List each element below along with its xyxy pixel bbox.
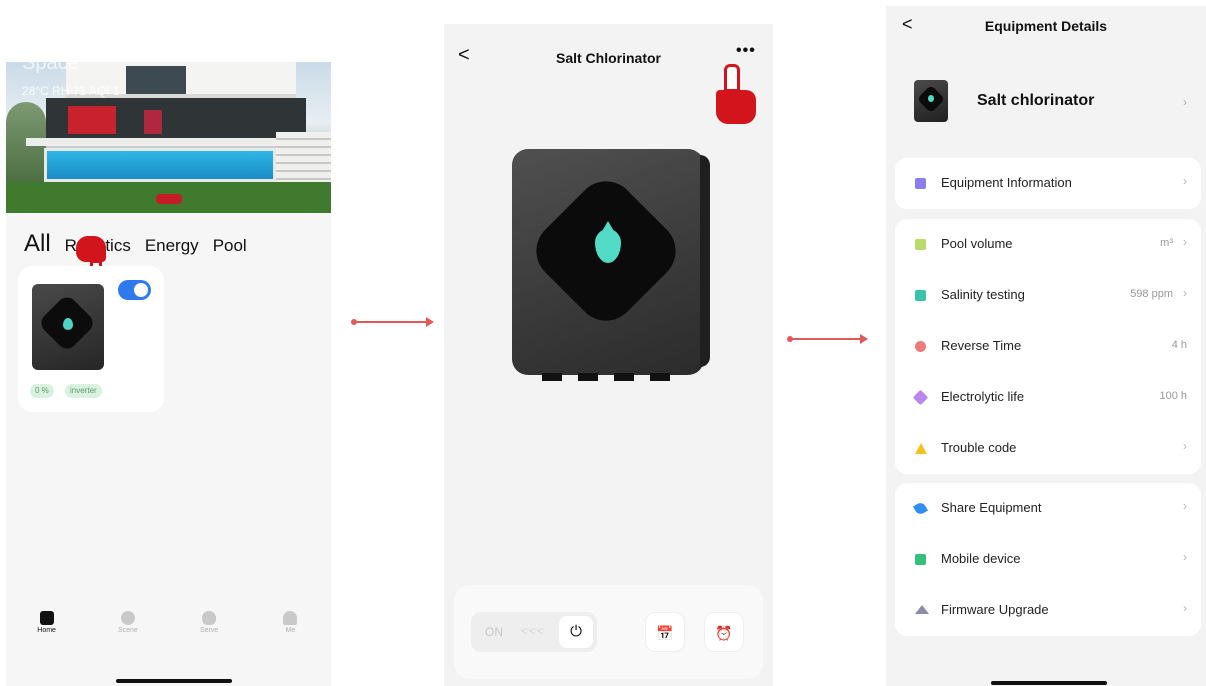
device-actions-group: Share Equipment › Mobile device › Firmwa… (895, 483, 1201, 636)
equipment-details-screen: < Equipment Details Salt chlorinator › E… (886, 6, 1206, 686)
alarm-button[interactable]: ⏰ (704, 612, 744, 652)
pool-water (44, 148, 276, 182)
diamond-icon (912, 389, 929, 406)
tap-hand-icon (716, 64, 762, 126)
row-electrolytic-life[interactable]: Electrolytic life 100 h (895, 372, 1201, 423)
mode-badge: inverter (65, 384, 102, 398)
chevron-right-icon: › (1183, 439, 1187, 453)
row-pool-volume[interactable]: Pool volume m³ › (895, 219, 1201, 270)
upgrade-icon (915, 605, 929, 614)
chevron-right-icon: › (1183, 286, 1187, 300)
row-trouble-code[interactable]: Trouble code › (895, 423, 1201, 474)
lawn-robot (156, 194, 182, 204)
person-icon (283, 611, 298, 625)
alarm-clock-icon: ⏰ (715, 625, 733, 641)
device-control-screen: < Salt Chlorinator ••• ON <<< ⏻ 📅 ⏰ (444, 24, 773, 686)
settings-group: Pool volume m³ › Salinity testing 598 pp… (895, 219, 1201, 474)
row-firmware-upgrade[interactable]: Firmware Upgrade › (895, 585, 1201, 636)
device-card[interactable]: 0 % inverter (18, 266, 164, 412)
chevron-right-icon[interactable]: › (1183, 95, 1187, 109)
water-drop-icon (928, 95, 934, 102)
row-label: Pool volume (941, 236, 1013, 251)
home-indicator (116, 679, 232, 683)
device-thumbnail (914, 80, 948, 122)
power-slider[interactable]: ON <<< ⏻ (471, 612, 597, 652)
flow-arrow-1 (351, 317, 434, 327)
tabbar-home[interactable]: Home (17, 607, 77, 647)
tabbar-me-label: Me (285, 627, 296, 634)
chevron-right-icon: › (1183, 550, 1187, 564)
more-options-button[interactable]: ••• (736, 42, 756, 60)
house-window (126, 66, 186, 94)
router-icon (915, 554, 926, 565)
water-drop-icon (63, 318, 73, 330)
tabbar-serve-label: Serve (199, 627, 219, 634)
info-group: Equipment Information › (895, 158, 1201, 209)
slide-chevrons: <<< (521, 624, 546, 638)
row-label: Reverse Time (941, 338, 1022, 353)
row-label: Electrolytic life (941, 389, 1025, 404)
warning-icon (915, 443, 927, 454)
heart-icon (202, 611, 217, 625)
salt-chlorinator-thumbnail (32, 284, 104, 370)
row-value: 598 ppm (1130, 288, 1173, 300)
volume-icon (915, 239, 926, 250)
schedule-button[interactable]: 📅 (645, 612, 685, 652)
row-label: Mobile device (941, 551, 1021, 566)
tab-energy[interactable]: Energy (145, 236, 199, 256)
row-salinity-testing[interactable]: Salinity testing 598 ppm › (895, 270, 1201, 321)
flow-arrow-2 (787, 334, 868, 344)
scene-icon (120, 611, 135, 625)
row-share-equipment[interactable]: Share Equipment › (895, 483, 1201, 534)
chevron-right-icon: › (1183, 601, 1187, 615)
tabbar-me[interactable]: Me (260, 607, 320, 647)
row-label: Salinity testing (941, 287, 1025, 302)
info-icon (915, 178, 926, 189)
tabbar-serve[interactable]: Serve (179, 607, 239, 647)
row-label: Trouble code (941, 440, 1017, 455)
flask-icon (915, 290, 926, 301)
send-icon (912, 500, 929, 517)
schedule-icon: 📅 (656, 625, 674, 641)
row-reverse-time[interactable]: Reverse Time 4 h (895, 321, 1201, 372)
row-value: 4 h (1171, 339, 1187, 351)
tab-all[interactable]: All (24, 230, 51, 258)
page-title: Equipment Details (984, 18, 1108, 34)
row-label: Equipment Information (941, 175, 1072, 190)
row-equipment-information[interactable]: Equipment Information › (895, 158, 1201, 209)
clock-icon (915, 341, 926, 352)
space-label[interactable]: Space (22, 62, 79, 75)
category-tabs: All Robotics Energy Pool (24, 230, 247, 258)
tabbar-scene-label: Scene (117, 627, 138, 634)
row-mobile-device[interactable]: Mobile device › (895, 534, 1201, 585)
hero-image: Space 28°C RH 71 AQI 1 (6, 62, 331, 213)
power-icon[interactable]: ⏻ (559, 616, 593, 648)
red-equipment (68, 106, 116, 134)
red-equipment-small (144, 110, 162, 134)
on-label: ON (485, 625, 503, 639)
chevron-right-icon: › (1183, 235, 1187, 249)
tabbar-scene[interactable]: Scene (98, 607, 158, 647)
device-name[interactable]: Salt chlorinator (977, 92, 1094, 110)
row-value: 100 h (1159, 390, 1187, 402)
percent-badge: 0 % (30, 384, 54, 398)
bottom-tab-bar: Home Scene Serve Me (6, 607, 331, 647)
row-label: Share Equipment (941, 500, 1042, 515)
tab-pool[interactable]: Pool (213, 236, 247, 256)
row-label: Firmware Upgrade (941, 602, 1049, 617)
control-panel: ON <<< ⏻ 📅 ⏰ (454, 585, 763, 679)
home-indicator (991, 681, 1107, 685)
home-screen: Space 28°C RH 71 AQI 1 All Robotics Ener… (6, 62, 331, 686)
chevron-right-icon: › (1183, 499, 1187, 513)
weather-readout: 28°C RH 71 AQI 1 (22, 84, 120, 98)
chevron-right-icon: › (1183, 174, 1187, 188)
home-icon (39, 611, 54, 625)
device-power-toggle[interactable] (118, 280, 151, 300)
row-value: m³ (1160, 237, 1173, 249)
salt-chlorinator-image (512, 149, 710, 381)
tabbar-home-label: Home (37, 627, 56, 634)
